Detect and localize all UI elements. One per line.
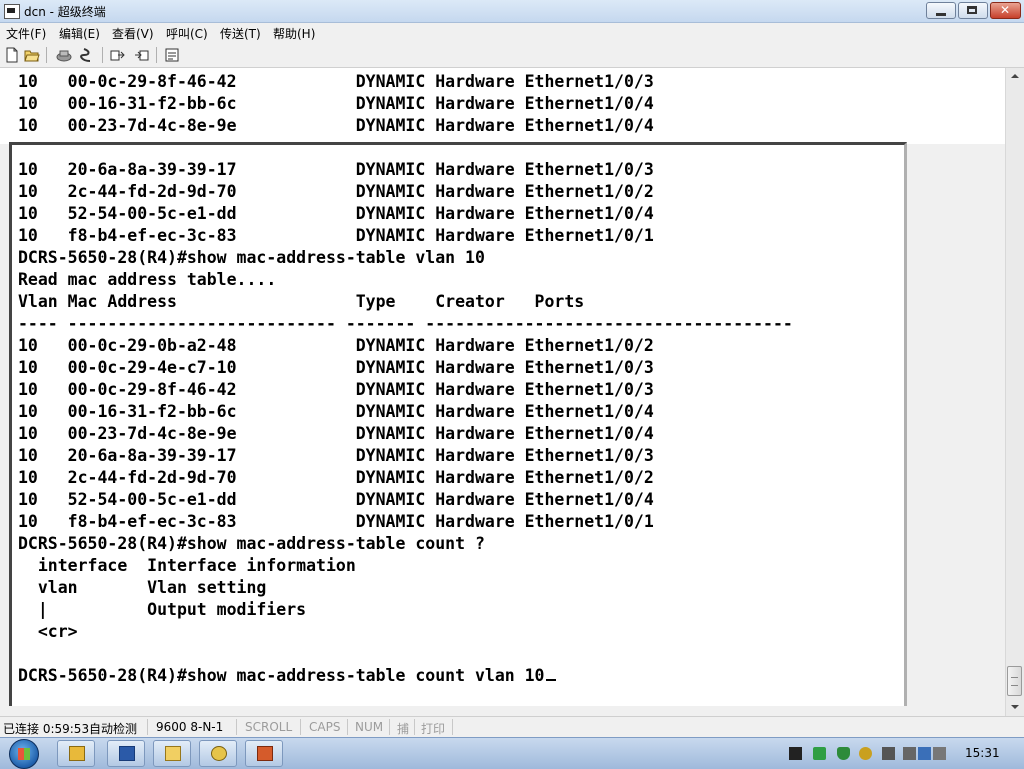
menu-edit[interactable]: 编辑(E) [59,25,100,42]
taskbar-powerpoint-button[interactable] [245,740,283,767]
usb-icon[interactable] [882,747,895,760]
current-command: DCRS-5650-28(R4)#show mac-address-table … [18,666,545,685]
auto-detect-status: 自动检测 [89,722,138,736]
caps-lock-indicator: CAPS [309,720,341,734]
security-shield-icon[interactable] [837,747,850,760]
vertical-scrollbar[interactable] [1005,68,1024,716]
window-title: dcn - 超级终端 [24,5,106,19]
word-icon [119,746,135,761]
explorer-icon [69,746,85,761]
terminal-line: DCRS-5650-28(R4)#show mac-address-table … [18,248,485,267]
print-echo-indicator: 打印 [421,722,446,736]
terminal-line: 10 00-23-7d-4c-8e-9e DYNAMIC Hardware Et… [18,424,654,443]
powerpoint-icon [257,746,273,761]
taskbar-explorer-button[interactable] [57,740,95,767]
num-lock-indicator: NUM [355,720,384,734]
terminal-line: DCRS-5650-28(R4)#show mac-address-table … [18,534,485,553]
scroll-down-button[interactable] [1007,699,1023,715]
terminal-line: 10 f8-b4-ef-ec-3c-83 DYNAMIC Hardware Et… [18,512,654,531]
taskbar-folder-button[interactable] [153,740,191,767]
terminal-margin [0,706,1005,716]
terminal-line: 10 00-0c-29-0b-a2-48 DYNAMIC Hardware Et… [18,336,654,355]
status-divider [236,719,237,735]
menu-file[interactable]: 文件(F) [6,25,46,42]
terminal-line: 10 f8-b4-ef-ec-3c-83 DYNAMIC Hardware Et… [18,226,654,245]
scroll-up-button[interactable] [1007,68,1023,84]
minimize-button[interactable] [926,2,956,19]
system-clock[interactable]: 15:31 [965,746,1000,760]
terminal-line: 10 00-0c-29-8f-46-42 DYNAMIC Hardware Et… [18,380,654,399]
keyboard-icon[interactable] [789,747,802,760]
terminal-line: <cr> [18,622,78,641]
terminal-line: ---- --------------------------- -------… [18,314,793,333]
capture-indicator: 捕 [397,722,410,736]
menu-bar: 文件(F) 编辑(E) 查看(V) 呼叫(C) 传送(T) 帮助(H) [0,23,1024,42]
terminal-line: Vlan Mac Address Type Creator Ports [18,292,585,311]
close-button[interactable] [990,2,1021,19]
terminal-line: 10 00-16-31-f2-bb-6c DYNAMIC Hardware Et… [18,402,654,421]
port-settings: 9600 8-N-1 [156,720,224,734]
terminal-area[interactable]: 10 00-0c-29-8f-46-42 DYNAMIC Hardware Et… [0,68,1005,716]
qq-icon[interactable] [859,747,872,760]
terminal-line: 10 52-54-00-5c-e1-dd DYNAMIC Hardware Et… [18,204,654,223]
taskbar-word-button[interactable] [107,740,145,767]
status-divider [300,719,301,735]
status-divider [414,719,415,735]
terminal-prompt-line[interactable]: DCRS-5650-28(R4)#show mac-address-table … [18,665,556,687]
terminal-line: 10 52-54-00-5c-e1-dd DYNAMIC Hardware Et… [18,490,654,509]
network-status-icon[interactable] [918,747,931,760]
status-divider [347,719,348,735]
terminal-line: 10 2c-44-fd-2d-9d-70 DYNAMIC Hardware Et… [18,182,654,201]
folder-icon [165,746,181,761]
new-connection-icon[interactable] [4,47,20,63]
terminal-line: 10 20-6a-8a-39-39-17 DYNAMIC Hardware Et… [18,446,654,465]
maximize-button[interactable] [958,2,988,19]
terminal-line: vlan Vlan setting [18,578,267,597]
menu-help[interactable]: 帮助(H) [273,25,315,42]
menu-call[interactable]: 呼叫(C) [166,25,208,42]
status-divider [452,719,453,735]
terminal-line: 10 00-16-31-f2-bb-6c DYNAMIC Hardware Et… [18,94,654,113]
toolbar-separator [46,47,47,63]
disconnect-icon[interactable] [56,47,72,63]
terminal-line: 10 00-23-7d-4c-8e-9e DYNAMIC Hardware Et… [18,116,654,135]
taskbar-hyperterminal-button[interactable] [199,740,237,767]
status-bar: 已连接 0:59:53 自动检测 9600 8-N-1 SCROLL CAPS … [0,716,1024,738]
properties-icon[interactable] [164,47,180,63]
title-bar[interactable]: dcn - 超级终端 [0,0,1024,23]
receive-icon[interactable] [134,47,150,63]
hyperterminal-app-icon[interactable] [4,4,20,19]
terminal-line: | Output modifiers [18,600,307,619]
send-icon[interactable] [110,47,126,63]
terminal-line: interface Interface information [18,556,356,575]
scroll-lock-indicator: SCROLL [245,720,293,734]
connection-time: 已连接 0:59:53 [3,722,90,736]
open-icon[interactable] [24,47,40,63]
terminal-line: 10 00-0c-29-4e-c7-10 DYNAMIC Hardware Et… [18,358,654,377]
status-divider [389,719,390,735]
menu-view[interactable]: 查看(V) [112,25,154,42]
toolbar-separator [102,47,103,63]
taskbar: 15:31 [0,737,1024,769]
terminal-line: 10 00-0c-29-8f-46-42 DYNAMIC Hardware Et… [18,72,654,91]
status-divider [147,719,148,735]
menu-transfer[interactable]: 传送(T) [220,25,261,42]
hyperterminal-icon [211,746,227,761]
toolbar [0,43,1024,68]
network-icon[interactable] [813,747,826,760]
scroll-thumb[interactable] [1007,666,1022,696]
terminal-line: 10 20-6a-8a-39-39-17 DYNAMIC Hardware Et… [18,160,654,179]
call-icon[interactable] [80,47,96,63]
terminal-line: 10 2c-44-fd-2d-9d-70 DYNAMIC Hardware Et… [18,468,654,487]
start-button[interactable] [9,739,39,769]
toolbar-separator [156,47,157,63]
terminal-line: Read mac address table.... [18,270,277,289]
text-cursor [545,679,556,681]
action-center-icon[interactable] [903,747,916,760]
volume-icon[interactable] [933,747,946,760]
